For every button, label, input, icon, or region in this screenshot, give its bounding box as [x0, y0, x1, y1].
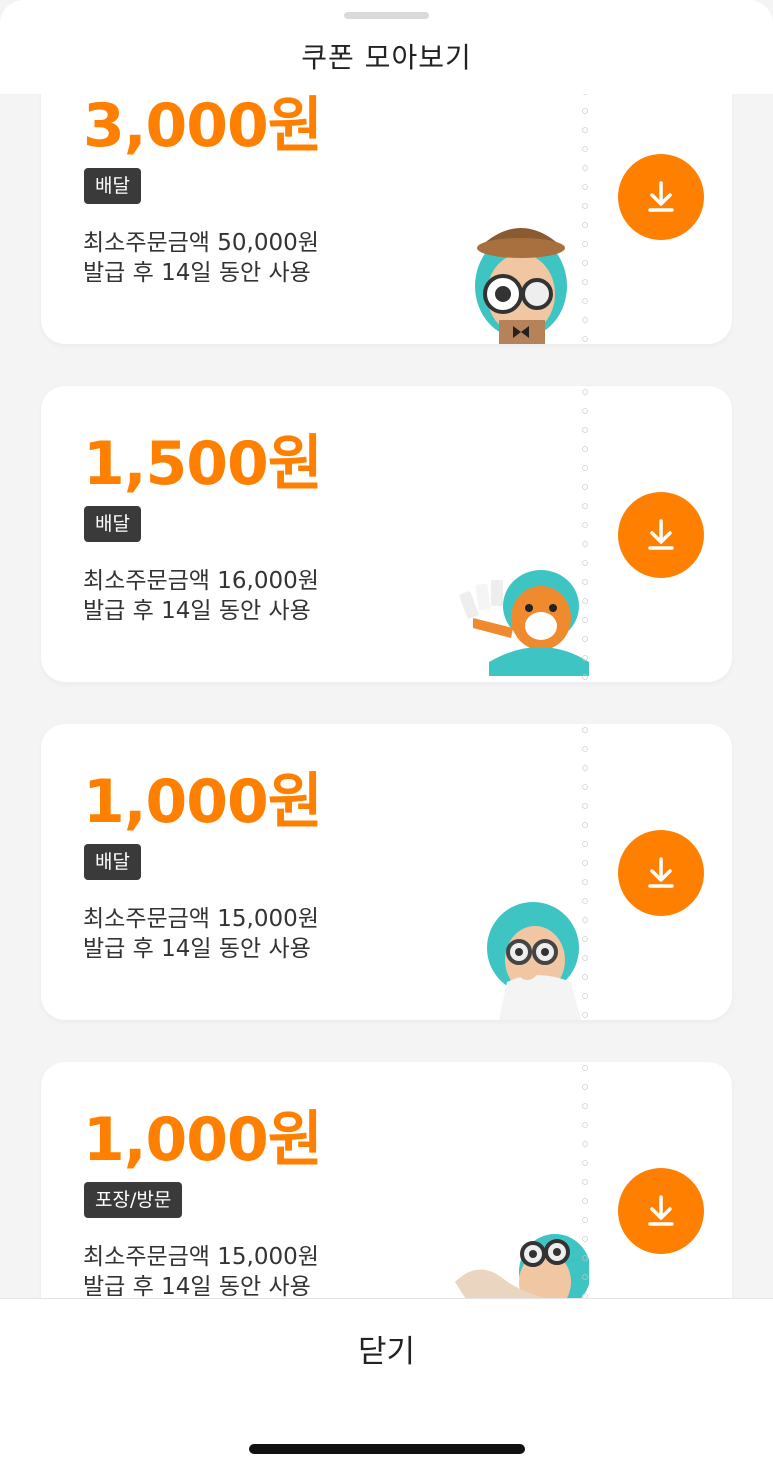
coupon-conditions: 최소주문금액 50,000원 발급 후 14일 동안 사용: [83, 228, 319, 288]
drag-handle[interactable]: [344, 12, 429, 19]
coupon-list[interactable]: 3,000원 배달 최소주문금액 50,000원 발급 후 14일 동안 사용: [0, 94, 773, 1298]
validity-text: 발급 후 14일 동안 사용: [83, 260, 311, 286]
coupon-amount: 1,000원: [83, 1105, 323, 1175]
download-icon: [648, 519, 674, 550]
download-icon: [648, 857, 674, 888]
download-button[interactable]: [618, 492, 704, 578]
perforation-divider: [582, 94, 590, 344]
sheet-footer: 닫기: [0, 1298, 773, 1472]
perforation-divider: [582, 386, 590, 682]
coupon-conditions: 최소주문금액 16,000원 발급 후 14일 동안 사용: [83, 566, 319, 626]
download-icon: [648, 1195, 674, 1226]
min-order-text: 최소주문금액 16,000원: [83, 568, 319, 594]
coupon-amount: 3,000원: [83, 94, 323, 161]
min-order-text: 최소주문금액 15,000원: [83, 1244, 319, 1270]
download-icon: [648, 181, 674, 212]
bottom-sheet: 쿠폰 모아보기 3,000원 배달 최소주문금액 50,000원 발급 후 14…: [0, 0, 773, 1472]
coupon-card: 1,500원 배달 최소주문금액 16,000원 발급 후 14일 동안 사용: [41, 386, 732, 682]
peeking-mascot: [455, 1234, 589, 1298]
sheet-header: 쿠폰 모아보기: [0, 0, 773, 94]
min-order-text: 최소주문금액 50,000원: [83, 230, 319, 256]
cat-coupons-mascot: [459, 570, 589, 676]
min-order-text: 최소주문금액 15,000원: [83, 906, 319, 932]
home-indicator[interactable]: [249, 1444, 525, 1454]
coupon-tag: 포장/방문: [84, 1182, 183, 1218]
validity-text: 발급 후 14일 동안 사용: [83, 598, 311, 624]
coupon-card: 1,000원 포장/방문 최소주문금액 15,000원 발급 후 14일 동안 …: [41, 1062, 732, 1298]
goggles-mascot: [487, 902, 581, 1020]
validity-text: 발급 후 14일 동안 사용: [83, 936, 311, 962]
download-button[interactable]: [618, 154, 704, 240]
close-button[interactable]: 닫기: [0, 1326, 773, 1370]
detective-mascot: [475, 228, 567, 344]
coupon-amount: 1,500원: [83, 429, 323, 499]
perforation-divider: [582, 1062, 590, 1298]
coupon-amount: 1,000원: [83, 767, 323, 837]
coupon-conditions: 최소주문금액 15,000원 발급 후 14일 동안 사용: [83, 1242, 319, 1298]
coupon-card: 3,000원 배달 최소주문금액 50,000원 발급 후 14일 동안 사용: [41, 94, 732, 344]
coupon-tag: 배달: [84, 844, 141, 880]
coupon-card: 1,000원 배달 최소주문금액 15,000원 발급 후 14일 동안 사용: [41, 724, 732, 1020]
coupon-tag: 배달: [84, 506, 141, 542]
coupon-tag: 배달: [84, 168, 141, 204]
validity-text: 발급 후 14일 동안 사용: [83, 1274, 311, 1298]
coupon-conditions: 최소주문금액 15,000원 발급 후 14일 동안 사용: [83, 904, 319, 964]
download-button[interactable]: [618, 1168, 704, 1254]
page-title: 쿠폰 모아보기: [301, 41, 472, 74]
download-button[interactable]: [618, 830, 704, 916]
perforation-divider: [582, 724, 590, 1020]
